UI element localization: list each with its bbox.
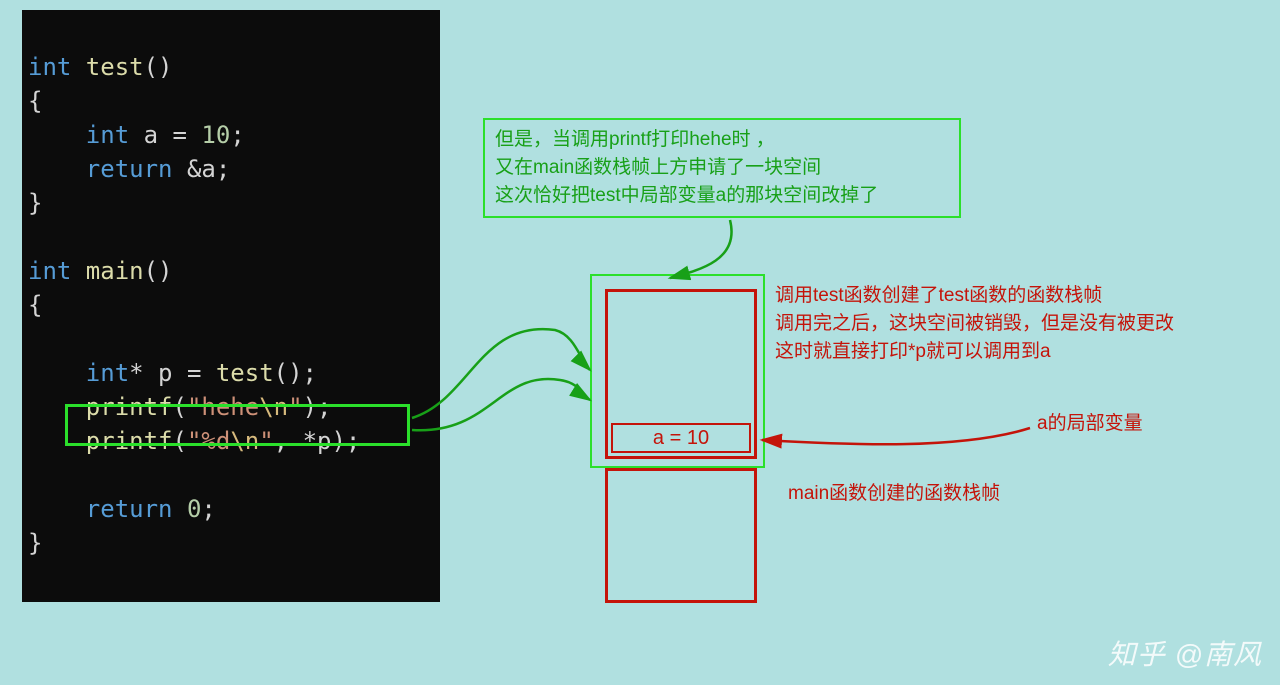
note-line: 这时就直接打印*p就可以调用到a <box>775 338 1174 366</box>
note-line: 调用完之后，这块空间被销毁，但是没有被更改 <box>775 310 1174 338</box>
code-highlight-printf-hehe <box>65 404 410 446</box>
stack-cell-a: a = 10 <box>611 423 751 453</box>
note-line: 但是，当调用printf打印hehe时 ， <box>495 126 949 154</box>
label-main-frame: main函数创建的函数栈帧 <box>788 480 1000 508</box>
note-line: 又在main函数栈帧上方申请了一块空间 <box>495 154 949 182</box>
note-printf-overwrite: 但是，当调用printf打印hehe时 ， 又在main函数栈帧上方申请了一块空… <box>483 118 961 218</box>
arrow-note-to-frame <box>670 220 732 278</box>
note-line: 调用test函数创建了test函数的函数栈帧 <box>775 282 1174 310</box>
note-test-frame: 调用test函数创建了test函数的函数栈帧 调用完之后，这块空间被销毁，但是没… <box>775 282 1174 366</box>
stack-main-frame <box>605 468 757 603</box>
watermark: 知乎 @南风 <box>1108 633 1262 673</box>
label-local-a: a的局部变量 <box>1037 410 1143 438</box>
arrow-label-a-to-cell <box>762 428 1030 444</box>
code-editor: int test() { int a = 10; return &a; } in… <box>22 10 440 602</box>
note-line: 这次恰好把test中局部变量a的那块空间改掉了 <box>495 182 949 210</box>
